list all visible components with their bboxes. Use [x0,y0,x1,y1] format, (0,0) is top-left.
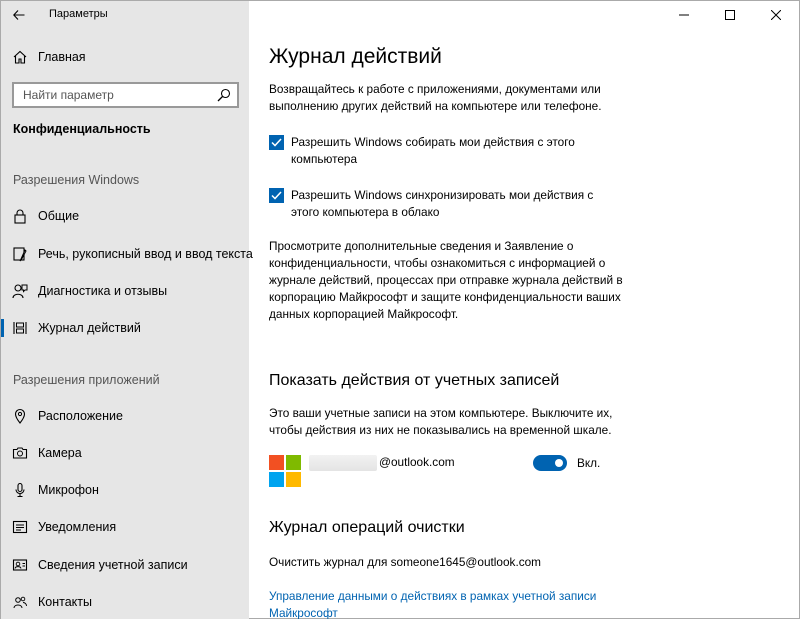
contacts-icon [12,594,28,610]
feedback-icon [12,283,28,299]
sidebar-item-label: Диагностика и отзывы [38,284,168,298]
microsoft-logo-icon [269,455,301,487]
sidebar-item-label: Главная [38,50,86,64]
settings-window: Параметры Главная Найти параметр Конфиде… [0,0,800,619]
back-button[interactable] [1,1,37,29]
timeline-icon [12,320,28,336]
checkbox-checked[interactable] [269,135,284,150]
sidebar-item-general[interactable]: Общие [1,198,249,234]
search-input[interactable]: Найти параметр [12,82,239,108]
minimize-button[interactable] [661,1,707,29]
lock-icon [12,208,28,224]
pen-icon [12,246,28,262]
sidebar-item-label: Камера [38,446,82,460]
sidebar-item-label: Журнал действий [38,321,141,335]
sidebar-item-contacts[interactable]: Контакты [1,584,249,619]
toggle-knob [555,459,563,467]
sidebar-item-activity-history[interactable]: Журнал действий [1,310,249,346]
manage-activity-link[interactable]: Управление данными о действиях в рамках … [269,588,599,619]
redacted-username [309,455,377,471]
clear-history-heading: Журнал операций очистки [269,519,465,536]
app-title: Параметры [49,8,108,20]
account-email: @outlook.com [379,455,455,469]
close-button[interactable] [753,1,799,29]
close-icon [771,10,781,20]
minimize-icon [679,14,689,16]
page-title: Журнал действий [269,45,442,68]
sidebar-item-home[interactable]: Главная [1,39,249,75]
sidebar-item-microphone[interactable]: Микрофон [1,472,249,508]
search-icon [217,88,231,102]
sidebar-item-label: Расположение [38,409,123,423]
sidebar-item-notifications[interactable]: Уведомления [1,509,249,545]
sidebar-item-camera[interactable]: Камера [1,435,249,471]
intro-text: Возвращайтесь к работе с приложениями, д… [269,82,602,113]
active-indicator [1,319,4,337]
notification-icon [12,519,28,535]
sidebar-item-account-info[interactable]: Сведения учетной записи [1,547,249,583]
sync-activity-checkbox[interactable]: Разрешить Windows синхронизировать мои д… [269,187,611,221]
microphone-icon [12,482,28,498]
sidebar-item-label: Речь, рукописный ввод и ввод текста [38,247,253,261]
clear-history-text: Очистить журнал для someone1645@outlook.… [269,555,542,569]
search-placeholder: Найти параметр [23,88,114,102]
sidebar-item-label: Уведомления [38,520,117,534]
account-toggle[interactable] [533,455,567,471]
account-icon [12,557,28,573]
section-heading-apps: Разрешения приложений [13,373,160,387]
camera-icon [12,445,28,461]
checkbox-label: Разрешить Windows собирать мои действия … [291,135,575,166]
title-bar: Параметры [1,1,249,29]
sidebar-item-label: Сведения учетной записи [38,558,188,572]
location-icon [12,408,28,424]
sidebar: Параметры Главная Найти параметр Конфиде… [1,1,253,619]
maximize-button[interactable] [707,1,753,29]
sidebar-item-label: Общие [38,209,80,223]
accounts-description: Это ваши учетные записи на этом компьюте… [269,406,613,437]
back-arrow-icon [13,10,25,20]
sidebar-item-diagnostics[interactable]: Диагностика и отзывы [1,273,249,309]
toggle-label: Вкл. [577,456,601,470]
sidebar-item-label: Микрофон [38,483,99,497]
account-row: @outlook.com Вкл. [269,455,669,487]
home-icon [12,49,28,65]
collect-activity-checkbox[interactable]: Разрешить Windows собирать мои действия … [269,134,611,168]
checkmark-icon [271,191,282,200]
section-heading-windows: Разрешения Windows [13,173,140,187]
sidebar-item-label: Контакты [38,595,92,609]
category-heading: Конфиденциальность [13,122,151,136]
accounts-heading: Показать действия от учетных записей [269,372,560,389]
privacy-text: Просмотрите дополнительные сведения и За… [269,239,623,321]
checkbox-checked[interactable] [269,188,284,203]
sidebar-item-location[interactable]: Расположение [1,398,249,434]
maximize-icon [725,10,735,20]
sidebar-item-speech[interactable]: Речь, рукописный ввод и ввод текста [1,236,253,272]
checkbox-label: Разрешить Windows синхронизировать мои д… [291,188,594,219]
checkmark-icon [271,138,282,147]
